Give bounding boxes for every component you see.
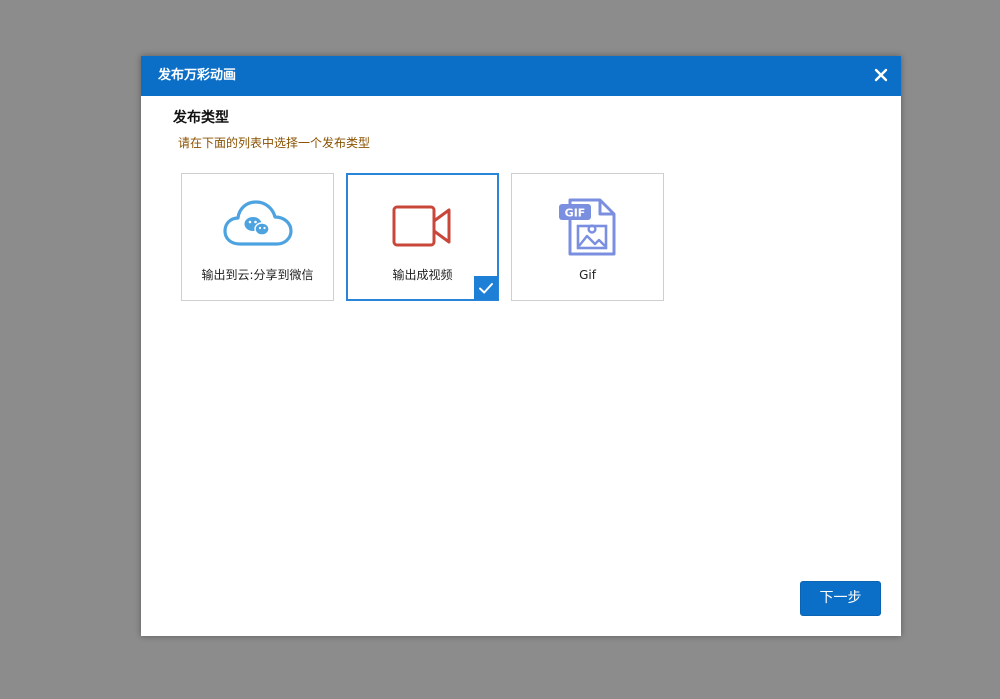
close-button[interactable] <box>871 65 891 85</box>
dialog-title: 发布万彩动画 <box>158 68 237 83</box>
section-hint: 请在下面的列表中选择一个发布类型 <box>178 136 371 150</box>
check-icon <box>479 283 493 294</box>
publish-dialog: 发布万彩动画 发布类型 请在下面的列表中选择一个发布类型 输出到云:分享到微信 … <box>141 56 901 636</box>
close-icon <box>874 68 888 82</box>
gif-file-icon: GIF <box>558 198 615 256</box>
selected-check-badge <box>474 276 498 300</box>
cloud-wechat-icon <box>222 200 293 246</box>
option-gif[interactable]: GIF Gif <box>511 173 664 301</box>
option-video[interactable]: 输出成视频 <box>346 173 499 301</box>
gif-icon-text: GIF <box>564 207 585 220</box>
video-camera-icon <box>392 205 450 247</box>
next-button[interactable]: 下一步 <box>800 581 881 616</box>
option-label: Gif <box>579 268 596 282</box>
option-label: 输出到云:分享到微信 <box>201 268 314 282</box>
section-title: 发布类型 <box>173 110 229 126</box>
option-cloud-wechat[interactable]: 输出到云:分享到微信 <box>181 173 334 301</box>
dialog-titlebar[interactable]: 发布万彩动画 <box>141 56 901 96</box>
